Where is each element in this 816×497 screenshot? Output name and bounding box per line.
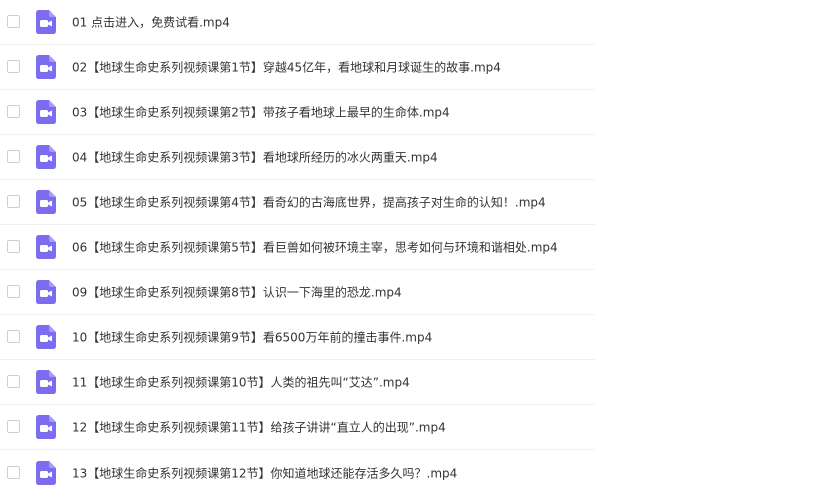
row-checkbox[interactable] [7, 150, 20, 163]
list-item[interactable]: 03【地球生命史系列视频课第2节】带孩子看地球上最早的生命体.mp4 [0, 90, 595, 135]
row-checkbox[interactable] [7, 375, 20, 388]
row-checkbox[interactable] [7, 465, 20, 479]
video-file-icon [36, 55, 56, 79]
video-file-icon [36, 190, 56, 214]
file-name[interactable]: 03【地球生命史系列视频课第2节】带孩子看地球上最早的生命体.mp4 [72, 104, 450, 121]
list-item[interactable]: 11【地球生命史系列视频课第10节】人类的祖先叫“艾达”.mp4 [0, 360, 595, 405]
file-name[interactable]: 10【地球生命史系列视频课第9节】看6500万年前的撞击事件.mp4 [72, 329, 432, 346]
file-name[interactable]: 09【地球生命史系列视频课第8节】认识一下海里的恐龙.mp4 [72, 284, 402, 301]
list-item[interactable]: 09【地球生命史系列视频课第8节】认识一下海里的恐龙.mp4 [0, 270, 595, 315]
file-name[interactable]: 05【地球生命史系列视频课第4节】看奇幻的古海底世界，提高孩子对生命的认知！.m… [72, 194, 546, 211]
file-name[interactable]: 12【地球生命史系列视频课第11节】给孩子讲讲“直立人的出现”.mp4 [72, 419, 446, 436]
video-file-icon [36, 415, 56, 439]
row-checkbox[interactable] [7, 15, 20, 28]
list-item[interactable]: 13【地球生命史系列视频课第12节】你知道地球还能存活多久吗？.mp4 [0, 450, 595, 495]
video-file-icon [36, 145, 56, 169]
video-file-icon [36, 10, 56, 34]
video-file-icon [36, 100, 56, 124]
file-list: 01 点击进入，免费试看.mp4 02【地球生命史系列视频课第1节】穿越45亿年… [0, 0, 600, 495]
file-name[interactable]: 02【地球生命史系列视频课第1节】穿越45亿年，看地球和月球诞生的故事.mp4 [72, 59, 501, 76]
video-file-icon [36, 280, 56, 304]
list-item[interactable]: 12【地球生命史系列视频课第11节】给孩子讲讲“直立人的出现”.mp4 [0, 405, 595, 450]
list-item[interactable]: 04【地球生命史系列视频课第3节】看地球所经历的冰火两重天.mp4 [0, 135, 595, 180]
file-name[interactable]: 04【地球生命史系列视频课第3节】看地球所经历的冰火两重天.mp4 [72, 149, 438, 166]
video-file-icon [36, 460, 56, 485]
row-checkbox[interactable] [7, 195, 20, 208]
list-item[interactable]: 02【地球生命史系列视频课第1节】穿越45亿年，看地球和月球诞生的故事.mp4 [0, 45, 595, 90]
row-checkbox[interactable] [7, 420, 20, 433]
list-item[interactable]: 05【地球生命史系列视频课第4节】看奇幻的古海底世界，提高孩子对生命的认知！.m… [0, 180, 595, 225]
list-item[interactable]: 01 点击进入，免费试看.mp4 [0, 0, 595, 45]
row-checkbox[interactable] [7, 285, 20, 298]
video-file-icon [36, 325, 56, 349]
video-file-icon [36, 370, 56, 394]
video-file-icon [36, 235, 56, 259]
row-checkbox[interactable] [7, 105, 20, 118]
file-name[interactable]: 13【地球生命史系列视频课第12节】你知道地球还能存活多久吗？.mp4 [72, 464, 457, 481]
list-item[interactable]: 10【地球生命史系列视频课第9节】看6500万年前的撞击事件.mp4 [0, 315, 595, 360]
file-name[interactable]: 06【地球生命史系列视频课第5节】看巨兽如何被环境主宰，思考如何与环境和谐相处.… [72, 239, 558, 256]
row-checkbox[interactable] [7, 60, 20, 73]
file-name[interactable]: 01 点击进入，免费试看.mp4 [72, 14, 230, 31]
row-checkbox[interactable] [7, 330, 20, 343]
row-checkbox[interactable] [7, 240, 20, 253]
list-item[interactable]: 06【地球生命史系列视频课第5节】看巨兽如何被环境主宰，思考如何与环境和谐相处.… [0, 225, 595, 270]
file-name[interactable]: 11【地球生命史系列视频课第10节】人类的祖先叫“艾达”.mp4 [72, 374, 410, 391]
